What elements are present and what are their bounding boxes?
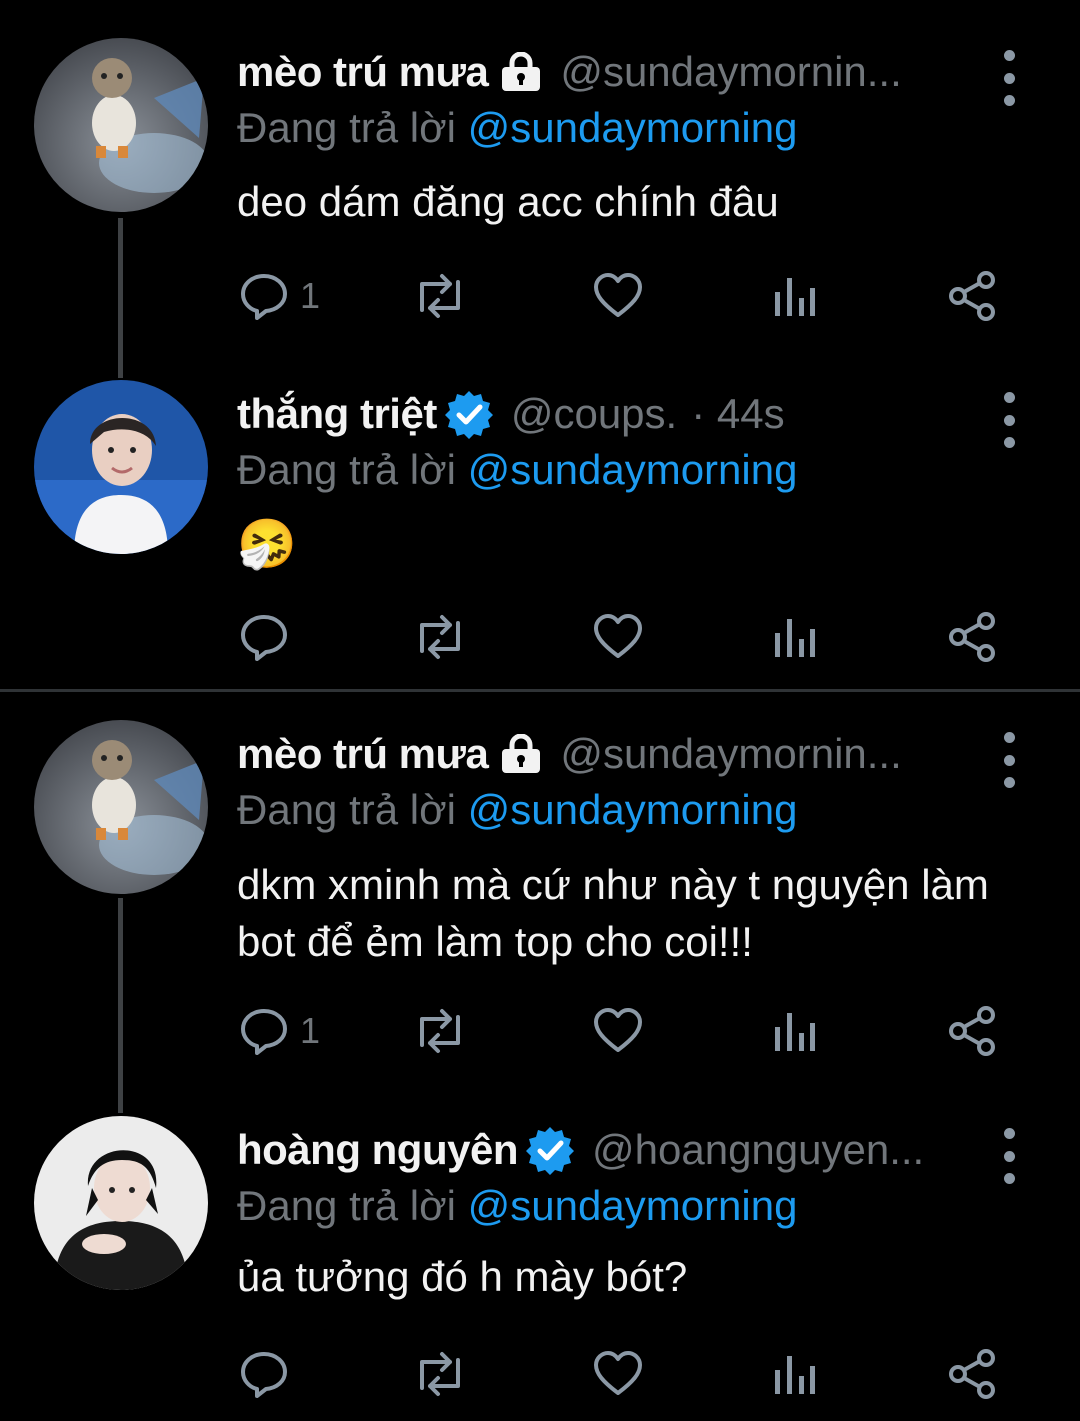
share-button[interactable] bbox=[946, 1344, 998, 1404]
mention-link[interactable]: @sundaymorning bbox=[468, 446, 798, 493]
more-options-icon[interactable] bbox=[996, 50, 1022, 106]
tweet-actions bbox=[238, 607, 998, 667]
tweet-text: dkm xminh mà cứ như này t nguyện làm bot… bbox=[237, 861, 989, 965]
retweet-button[interactable] bbox=[410, 607, 470, 667]
timestamp[interactable]: · 44s bbox=[691, 390, 784, 438]
user-handle[interactable]: @coups. bbox=[511, 390, 677, 438]
display-name[interactable]: mèo trú mưa bbox=[237, 730, 489, 778]
retweet-icon bbox=[420, 615, 460, 659]
reply-button[interactable] bbox=[238, 607, 300, 667]
lock-icon bbox=[498, 734, 544, 774]
analytics-icon bbox=[775, 1356, 815, 1394]
user-handle[interactable]: @hoangnguyen... bbox=[592, 1126, 924, 1174]
avatar[interactable] bbox=[34, 380, 208, 554]
replying-to: Đang trả lời @sundaymorning bbox=[237, 1182, 797, 1230]
tweet-actions: 1 bbox=[238, 1001, 998, 1061]
verified-icon bbox=[524, 1124, 576, 1176]
avatar[interactable] bbox=[34, 38, 208, 212]
more-options-icon[interactable] bbox=[996, 392, 1022, 448]
tweet-text: ủa tưởng đó h mày bót? bbox=[237, 1253, 688, 1300]
reply-icon bbox=[241, 274, 287, 320]
heart-icon bbox=[594, 1351, 642, 1395]
user-handle[interactable]: @sundaymornin... bbox=[560, 48, 901, 96]
reply-icon bbox=[241, 1009, 287, 1055]
display-name[interactable]: mèo trú mưa bbox=[237, 48, 489, 96]
reply-count: 1 bbox=[300, 275, 321, 316]
retweet-button[interactable] bbox=[410, 1344, 470, 1404]
replying-prefix: Đang trả lời bbox=[237, 104, 456, 151]
more-options-icon[interactable] bbox=[996, 732, 1022, 788]
like-button[interactable] bbox=[592, 607, 644, 667]
display-name[interactable]: thắng triệt bbox=[237, 390, 437, 438]
reply-button[interactable]: 1 bbox=[238, 266, 320, 326]
views-button[interactable] bbox=[772, 1001, 816, 1061]
analytics-icon bbox=[775, 619, 815, 657]
like-button[interactable] bbox=[592, 1001, 644, 1061]
retweet-button[interactable] bbox=[410, 266, 470, 326]
reply-count: 1 bbox=[300, 1010, 321, 1051]
verified-icon bbox=[443, 388, 495, 440]
views-button[interactable] bbox=[772, 266, 816, 326]
user-handle[interactable]: @sundaymornin... bbox=[560, 730, 901, 778]
views-button[interactable] bbox=[772, 1344, 816, 1404]
share-button[interactable] bbox=[946, 266, 998, 326]
reply-icon bbox=[241, 1352, 287, 1398]
retweet-icon bbox=[420, 274, 460, 318]
heart-icon bbox=[594, 1008, 642, 1052]
heart-icon bbox=[594, 614, 642, 658]
replying-prefix: Đang trả lời bbox=[237, 786, 456, 833]
mention-link[interactable]: @sundaymorning bbox=[468, 786, 798, 833]
retweet-button[interactable] bbox=[410, 1001, 470, 1061]
retweet-icon bbox=[420, 1009, 460, 1053]
display-name[interactable]: hoàng nguyên bbox=[237, 1126, 519, 1174]
tweet-actions: 1 bbox=[238, 266, 998, 326]
replying-prefix: Đang trả lời bbox=[237, 1182, 456, 1229]
analytics-icon bbox=[775, 1013, 815, 1051]
reply-button[interactable]: 1 bbox=[238, 1001, 320, 1061]
share-icon bbox=[949, 1349, 995, 1399]
share-icon bbox=[949, 1006, 995, 1056]
share-icon bbox=[949, 612, 995, 662]
tweet-text: deo dám đăng acc chính đâu bbox=[237, 178, 779, 225]
avatar[interactable] bbox=[34, 1116, 208, 1290]
share-icon bbox=[949, 271, 995, 321]
mention-link[interactable]: @sundaymorning bbox=[468, 1182, 798, 1229]
heart-icon bbox=[594, 273, 642, 317]
replying-to: Đang trả lời @sundaymorning bbox=[237, 786, 797, 834]
more-options-icon[interactable] bbox=[996, 1128, 1022, 1184]
replying-to: Đang trả lời @sundaymorning bbox=[237, 104, 797, 152]
tweet-text: 🤧 bbox=[237, 518, 297, 571]
share-button[interactable] bbox=[946, 1001, 998, 1061]
retweet-icon bbox=[420, 1352, 460, 1396]
views-button[interactable] bbox=[772, 607, 816, 667]
lock-icon bbox=[498, 52, 544, 92]
tweet-actions bbox=[238, 1344, 998, 1404]
reply-icon bbox=[241, 615, 287, 661]
like-button[interactable] bbox=[592, 266, 644, 326]
analytics-icon bbox=[775, 278, 815, 316]
replying-prefix: Đang trả lời bbox=[237, 446, 456, 493]
reply-button[interactable] bbox=[238, 1344, 300, 1404]
replying-to: Đang trả lời @sundaymorning bbox=[237, 446, 797, 494]
share-button[interactable] bbox=[946, 607, 998, 667]
mention-link[interactable]: @sundaymorning bbox=[468, 104, 798, 151]
like-button[interactable] bbox=[592, 1344, 644, 1404]
avatar[interactable] bbox=[34, 720, 208, 894]
conversation-divider bbox=[0, 689, 1080, 692]
